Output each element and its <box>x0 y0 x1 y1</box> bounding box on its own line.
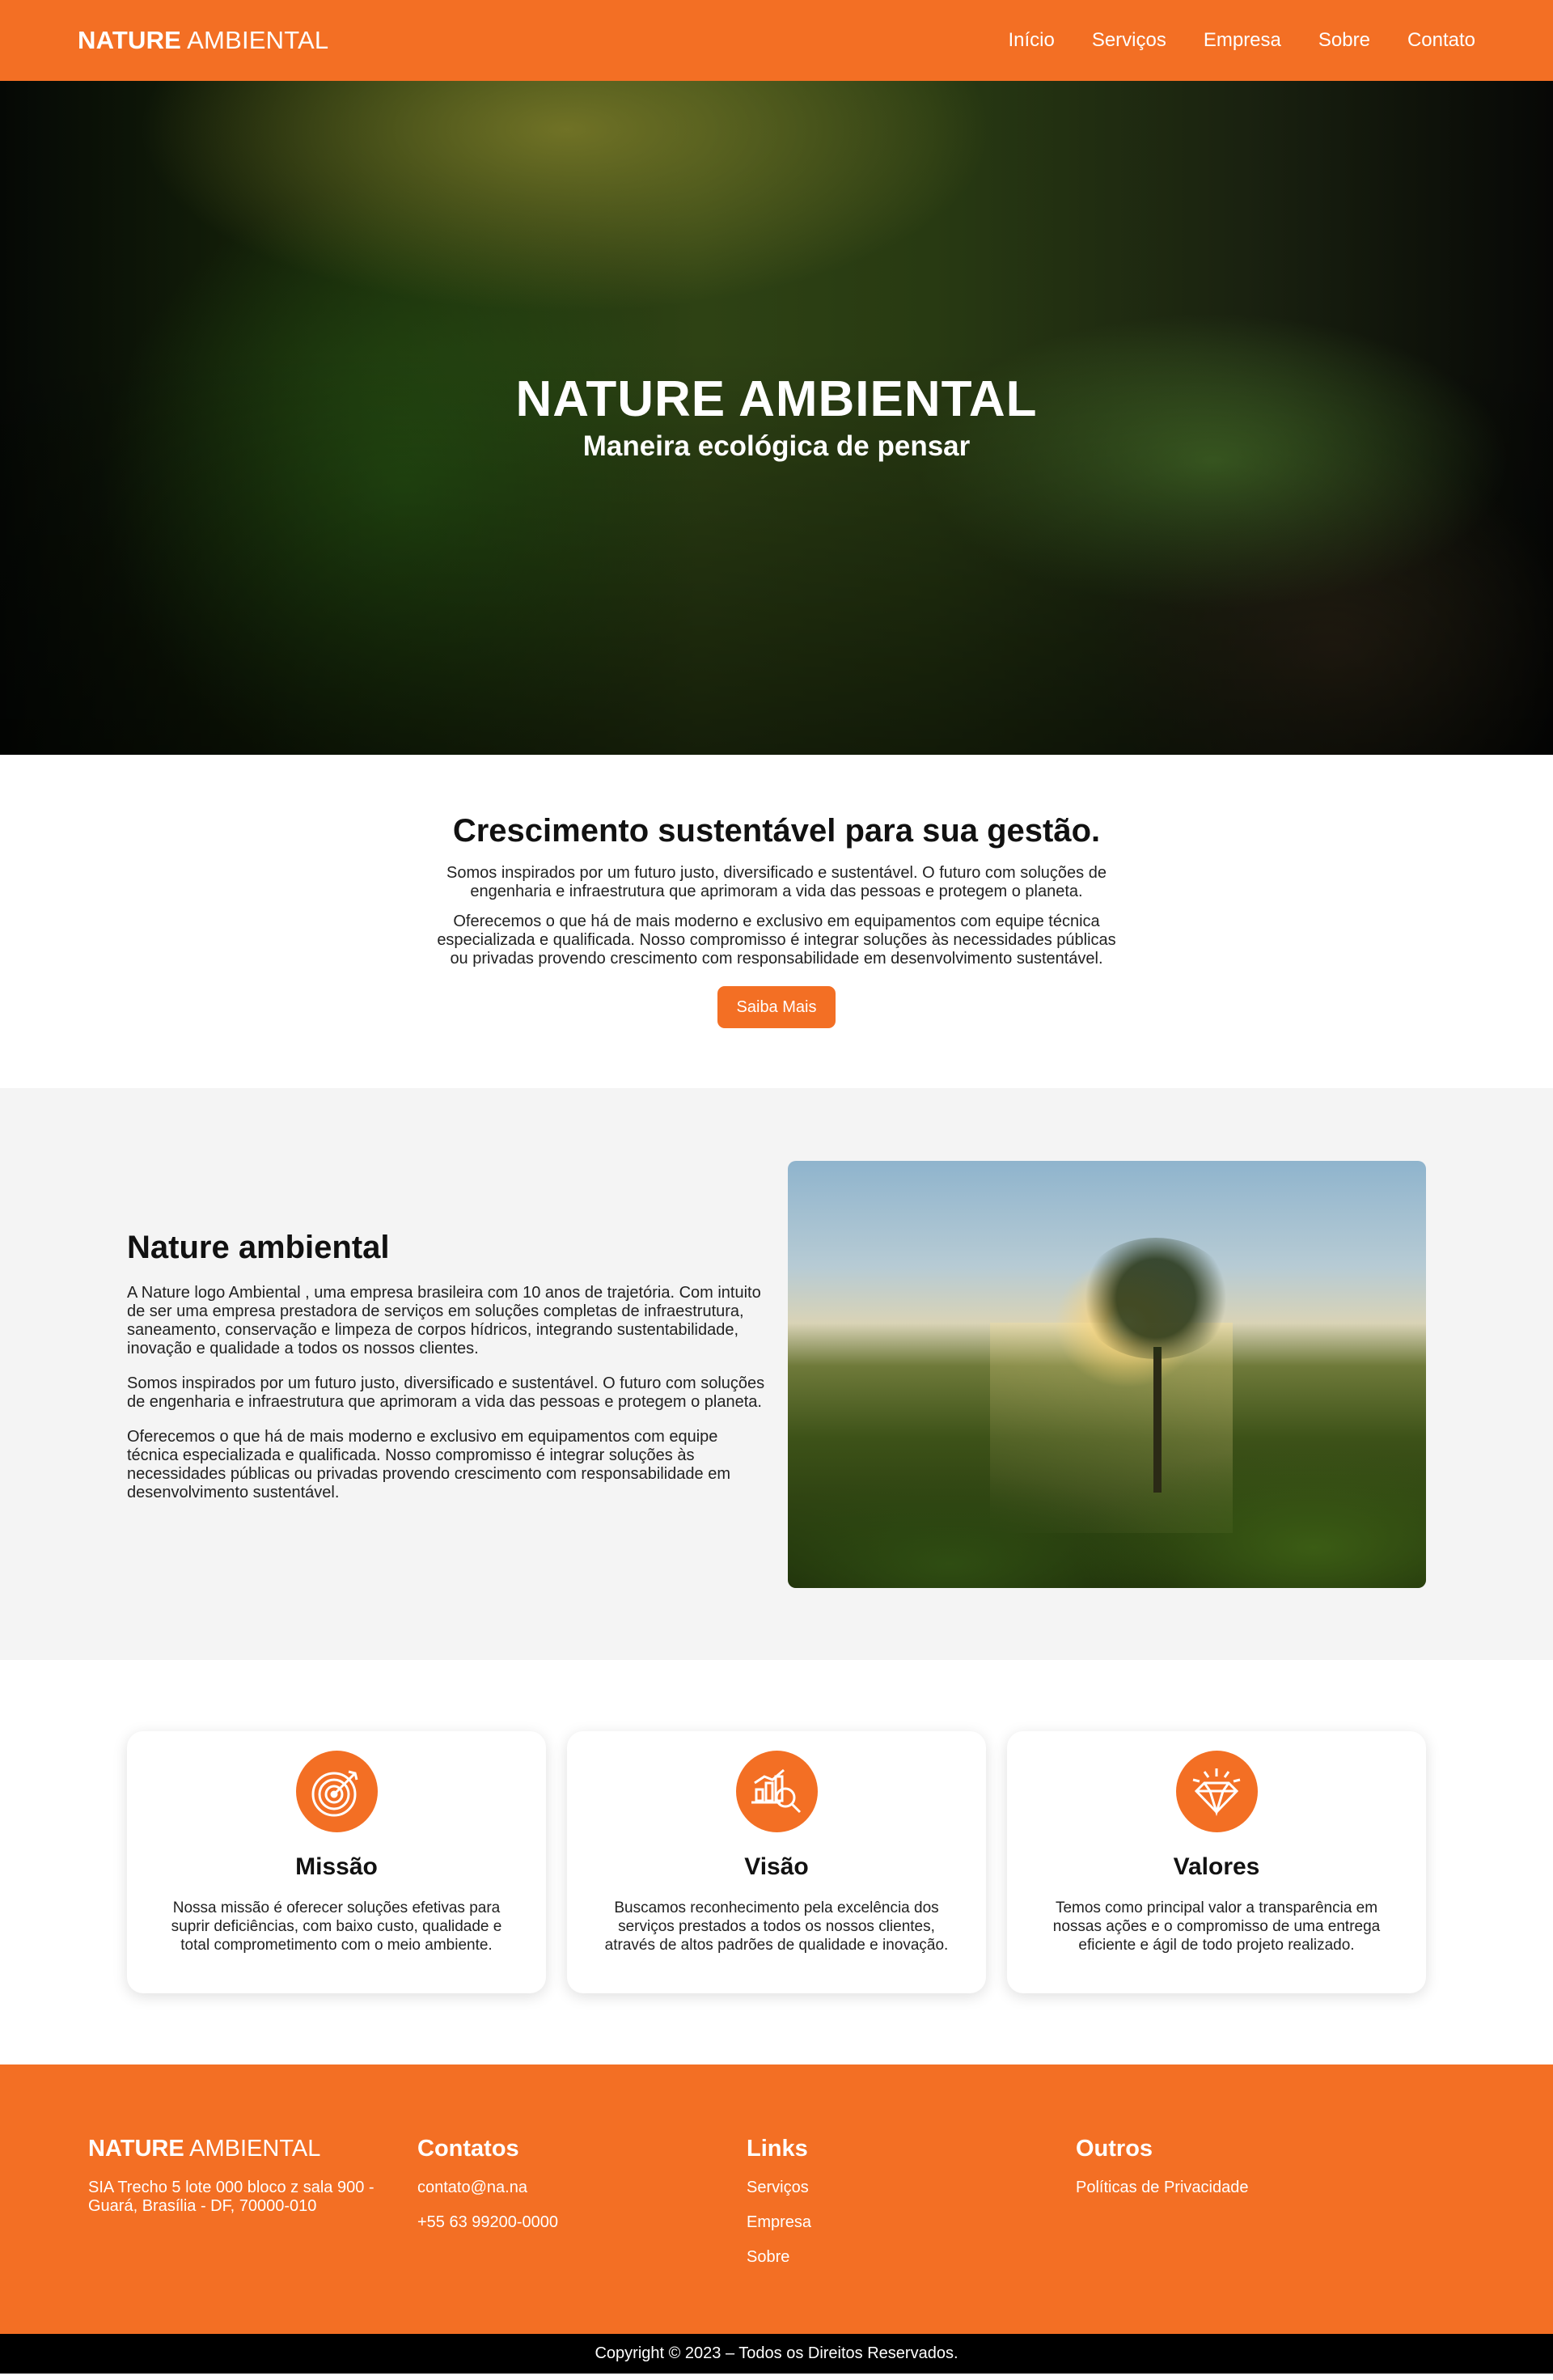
card-text: Temos como principal valor a transparênc… <box>1052 1899 1381 1954</box>
footer-logo-light: AMBIENTAL <box>189 2136 321 2162</box>
footer-logo-bold: NATURE <box>88 2136 184 2162</box>
logo-light: AMBIENTAL <box>187 26 329 54</box>
card-title: Valores <box>1173 1853 1260 1880</box>
footer-logo[interactable]: NATURE AMBIENTAL <box>88 2136 417 2162</box>
card-title: Visão <box>744 1853 809 1880</box>
site-header: NATURE AMBIENTAL Início Serviços Empresa… <box>0 0 1553 81</box>
main-nav: Início Serviços Empresa Sobre Contato <box>1008 29 1475 52</box>
footer-email-link[interactable]: contato@na.na <box>417 2179 747 2197</box>
footer-col-contacts: Contatos contato@na.na +55 63 99200-0000 <box>417 2136 747 2334</box>
hero-text: NATURE AMBIENTAL Maneira ecológica de pe… <box>0 371 1553 463</box>
footer-others-title: Outros <box>1076 2136 1153 2162</box>
footer-col-brand: NATURE AMBIENTAL SIA Trecho 5 lote 000 b… <box>88 2136 417 2334</box>
diamond-icon <box>1175 1751 1258 1832</box>
logo-bold: NATURE <box>78 26 182 54</box>
footer-link-privacidade[interactable]: Políticas de Privacidade <box>1076 2179 1405 2197</box>
footer-links-title: Links <box>747 2136 808 2162</box>
about-paragraph-2: Somos inspirados por um futuro justo, di… <box>127 1374 765 1411</box>
copyright-bar: Copyright © 2023 – Todos os Direitos Res… <box>0 2334 1553 2374</box>
about-text: Nature ambiental A Nature logo Ambiental… <box>127 1230 765 1518</box>
intro-paragraph-1: Somos inspirados por um futuro justo, di… <box>446 864 1107 900</box>
card-missao: Missão Nossa missão é oferecer soluções … <box>127 1731 546 1993</box>
chart-search-icon <box>735 1751 818 1832</box>
target-icon <box>295 1751 378 1832</box>
nav-link-contato[interactable]: Contato <box>1407 29 1475 52</box>
nav-link-empresa[interactable]: Empresa <box>1204 29 1281 52</box>
hero-title: NATURE AMBIENTAL <box>515 371 1038 427</box>
footer-address: SIA Trecho 5 lote 000 bloco z sala 900 -… <box>88 2179 374 2215</box>
saiba-mais-button[interactable]: Saiba Mais <box>717 986 836 1028</box>
footer-col-links: Links Serviços Empresa Sobre <box>747 2136 1076 2334</box>
intro-paragraph-2: Oferecemos o que há de mais moderno e ex… <box>437 913 1116 968</box>
site-logo[interactable]: NATURE AMBIENTAL <box>78 26 328 55</box>
site-footer: NATURE AMBIENTAL SIA Trecho 5 lote 000 b… <box>0 2065 1553 2334</box>
intro-section: Crescimento sustentável para sua gestão.… <box>0 755 1553 1088</box>
card-text: Nossa missão é oferecer soluções efetiva… <box>171 1899 502 1954</box>
footer-link-servicos[interactable]: Serviços <box>747 2179 1076 2197</box>
about-paragraph-3: Oferecemos o que há de mais moderno e ex… <box>127 1428 730 1501</box>
footer-link-sobre[interactable]: Sobre <box>747 2248 1076 2267</box>
about-title: Nature ambiental <box>127 1230 390 1265</box>
about-paragraph-1: A Nature logo Ambiental , uma empresa br… <box>127 1284 761 1357</box>
values-cards: Missão Nossa missão é oferecer soluções … <box>0 1660 1553 2065</box>
about-landscape-image <box>788 1160 1426 1588</box>
card-valores: Valores Temos como principal valor a tra… <box>1007 1731 1426 1993</box>
hero-subtitle: Maneira ecológica de pensar <box>582 430 971 463</box>
intro-title: Crescimento sustentável para sua gestão. <box>452 813 1101 849</box>
footer-phone-link[interactable]: +55 63 99200-0000 <box>417 2213 747 2232</box>
footer-contacts-title: Contatos <box>417 2136 519 2162</box>
card-text: Buscamos reconhecimento pela excelência … <box>604 1899 949 1954</box>
card-visao: Visão Buscamos reconhecimento pela excel… <box>567 1731 986 1993</box>
card-title: Missão <box>295 1853 378 1880</box>
about-section: Nature ambiental A Nature logo Ambiental… <box>0 1088 1553 1660</box>
hero-banner: NATURE AMBIENTAL Maneira ecológica de pe… <box>0 81 1553 755</box>
footer-col-others: Outros Políticas de Privacidade <box>1076 2136 1405 2334</box>
nav-link-sobre[interactable]: Sobre <box>1318 29 1370 52</box>
nav-link-servicos[interactable]: Serviços <box>1092 29 1166 52</box>
footer-link-empresa[interactable]: Empresa <box>747 2213 1076 2232</box>
nav-link-inicio[interactable]: Início <box>1008 29 1054 52</box>
